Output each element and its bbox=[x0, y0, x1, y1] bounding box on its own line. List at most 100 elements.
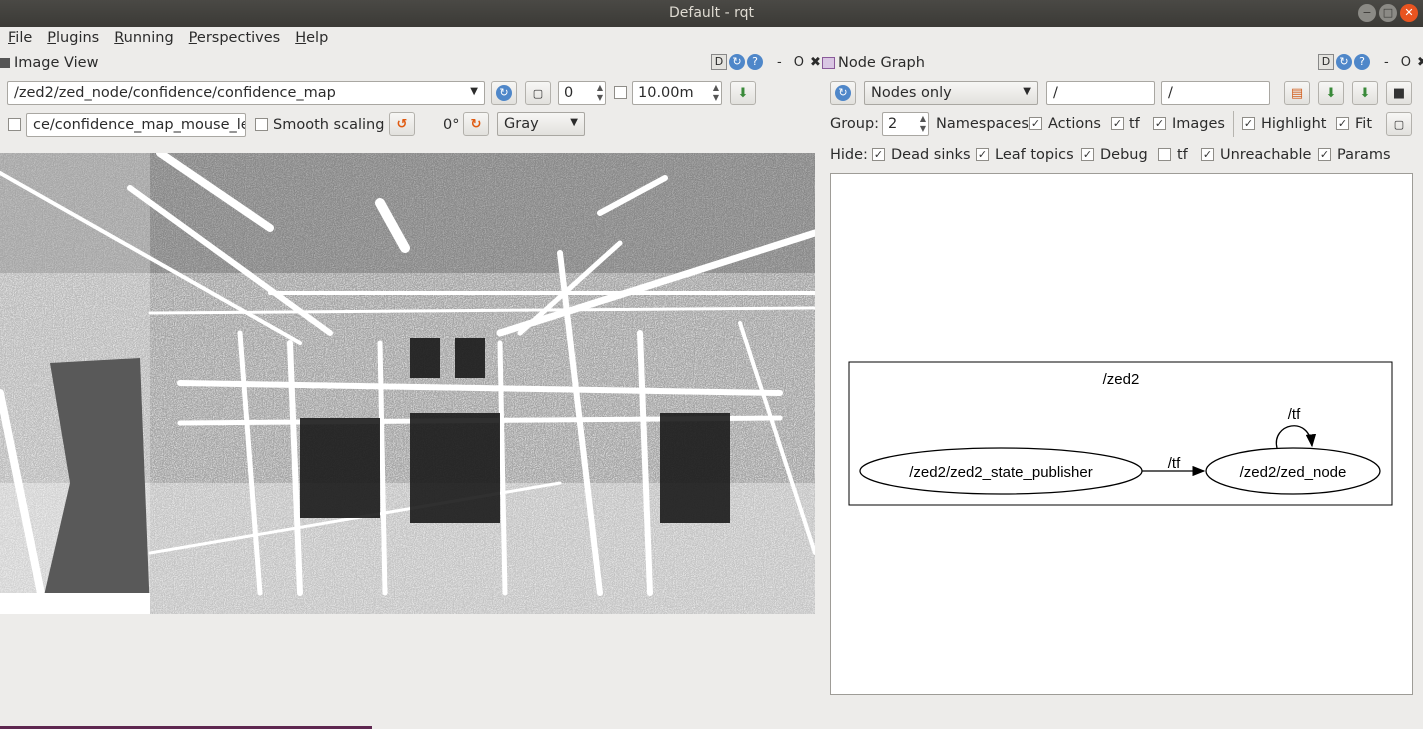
node-zed-node-label: /zed2/zed_node bbox=[1240, 464, 1347, 481]
refresh-graph-button[interactable]: ↻ bbox=[830, 81, 856, 105]
colormap-combo[interactable]: Gray ▼ bbox=[497, 112, 585, 136]
help-icon[interactable]: ? bbox=[747, 54, 763, 70]
dock-float-button[interactable]: O bbox=[794, 55, 804, 70]
node-graph-title: Node Graph bbox=[838, 55, 925, 71]
topic-combo[interactable]: /zed2/zed_node/confidence/confidence_map… bbox=[7, 81, 485, 105]
actions-checkbox[interactable]: ✓ bbox=[1029, 117, 1042, 130]
refresh-icon: ↻ bbox=[496, 85, 512, 101]
fit-checkbox[interactable]: ✓ bbox=[1336, 117, 1349, 130]
topic-combo-value: /zed2/zed_node/confidence/confidence_map bbox=[14, 85, 336, 101]
node-graph-svg: /zed2 /zed2/zed2_state_publisher /zed2/z… bbox=[848, 361, 1393, 506]
debug-label: Debug bbox=[1100, 147, 1148, 163]
menu-file[interactable]: File bbox=[0, 28, 39, 50]
images-label: Images bbox=[1172, 116, 1225, 132]
dock-float-button[interactable]: O bbox=[1401, 55, 1411, 70]
edge-tf-label: /tf bbox=[1168, 455, 1181, 472]
hide-label: Hide: bbox=[830, 147, 868, 163]
highlight-label: Highlight bbox=[1261, 116, 1327, 132]
menu-perspectives[interactable]: Perspectives bbox=[181, 28, 288, 50]
zoom-fit-button[interactable]: ▢ bbox=[525, 81, 551, 105]
refresh-topics-button[interactable]: ↻ bbox=[491, 81, 517, 105]
reload-icon[interactable]: ↻ bbox=[729, 54, 745, 70]
smooth-scaling-label: Smooth scaling bbox=[273, 117, 385, 133]
dock-d-button[interactable]: D bbox=[1318, 54, 1334, 70]
mouse-publish-checkbox[interactable] bbox=[8, 118, 21, 131]
highlight-checkbox[interactable]: ✓ bbox=[1242, 117, 1255, 130]
toolbar-separator bbox=[1233, 111, 1234, 137]
max-range-text: 10.00m bbox=[638, 85, 694, 101]
namespaces-label: Namespaces bbox=[936, 116, 1029, 132]
dock-d-button[interactable]: D bbox=[711, 54, 727, 70]
graph-mode-combo[interactable]: Nodes only ▼ bbox=[864, 81, 1038, 105]
window-title: Default - rqt bbox=[669, 5, 754, 21]
dock-minimize-button[interactable]: - bbox=[777, 55, 782, 70]
load-dot-button[interactable]: ▤ bbox=[1284, 81, 1310, 105]
tf-label: tf bbox=[1129, 116, 1140, 132]
leaf-topics-checkbox[interactable]: ✓ bbox=[976, 148, 989, 161]
rotate-left-icon: ↺ bbox=[396, 116, 408, 132]
min-value-text: 0 bbox=[564, 85, 574, 101]
min-value-spinbox[interactable]: 0 ▲ ▼ bbox=[558, 81, 606, 105]
fit-icon: ▢ bbox=[532, 86, 544, 100]
mouse-topic-field[interactable]: ce/confidence_map_mouse_left bbox=[26, 113, 246, 137]
node-graph-dock-controls: D ↻ ? - O ✖ bbox=[1318, 54, 1423, 70]
dock-close-button[interactable]: ✖ bbox=[810, 55, 821, 70]
debug-checkbox[interactable]: ✓ bbox=[1081, 148, 1094, 161]
topic-filter-text: / bbox=[1168, 85, 1173, 101]
group-label: Group: bbox=[830, 116, 880, 132]
dynamic-range-checkbox[interactable] bbox=[614, 86, 627, 99]
node-filter-input[interactable]: / bbox=[1046, 81, 1155, 105]
dead-sinks-label: Dead sinks bbox=[891, 147, 971, 163]
save-svg-button[interactable]: ⬇ bbox=[1352, 81, 1378, 105]
save-image-button[interactable]: ■ bbox=[1386, 81, 1412, 105]
save-dot-button[interactable]: ⬇ bbox=[1318, 81, 1344, 105]
dock-close-button[interactable]: ✖ bbox=[1417, 55, 1423, 70]
minimize-icon[interactable]: − bbox=[1358, 4, 1376, 22]
menu-help[interactable]: Help bbox=[287, 28, 335, 50]
save-icon: ⬇ bbox=[1359, 85, 1371, 101]
confidence-map-picture bbox=[0, 153, 815, 614]
menu-running[interactable]: Running bbox=[106, 28, 180, 50]
folder-icon: ▤ bbox=[1290, 85, 1304, 101]
dropdown-arrow-icon: ▼ bbox=[570, 117, 578, 128]
fit-in-view-button[interactable]: ▢ bbox=[1386, 112, 1412, 136]
close-icon[interactable]: ✕ bbox=[1400, 4, 1418, 22]
hide-tf-checkbox[interactable] bbox=[1158, 148, 1171, 161]
dropdown-arrow-icon: ▼ bbox=[1023, 86, 1031, 97]
help-icon[interactable]: ? bbox=[1354, 54, 1370, 70]
topic-filter-input[interactable]: / bbox=[1161, 81, 1270, 105]
spin-arrows-icon: ▲ ▼ bbox=[712, 83, 719, 102]
node-graph-canvas[interactable]: /zed2 /zed2/zed2_state_publisher /zed2/z… bbox=[830, 173, 1413, 695]
window-titlebar: Default - rqt − □ ✕ bbox=[0, 0, 1423, 27]
group-spinbox[interactable]: 2 ▲ ▼ bbox=[882, 112, 929, 136]
save-image-button[interactable]: ⬇ bbox=[730, 81, 756, 105]
hide-tf-label: tf bbox=[1177, 147, 1188, 163]
mouse-topic-text: ce/confidence_map_mouse_left bbox=[33, 117, 246, 133]
rotate-right-button[interactable]: ↻ bbox=[463, 112, 489, 136]
actions-label: Actions bbox=[1048, 116, 1101, 132]
node-filter-text: / bbox=[1053, 85, 1058, 101]
images-checkbox[interactable]: ✓ bbox=[1153, 117, 1166, 130]
node-state-publisher-label: /zed2/zed2_state_publisher bbox=[909, 464, 1092, 481]
menu-plugins[interactable]: Plugins bbox=[39, 28, 106, 50]
fit-icon: ▢ bbox=[1393, 117, 1405, 131]
tf-checkbox[interactable]: ✓ bbox=[1111, 117, 1124, 130]
unreachable-checkbox[interactable]: ✓ bbox=[1201, 148, 1214, 161]
spin-arrows-icon: ▲ ▼ bbox=[919, 114, 926, 133]
dead-sinks-checkbox[interactable]: ✓ bbox=[872, 148, 885, 161]
save-icon: ⬇ bbox=[1325, 85, 1337, 101]
spin-arrows-icon: ▲ ▼ bbox=[596, 83, 603, 102]
rotation-label: 0° bbox=[443, 117, 460, 133]
maximize-icon[interactable]: □ bbox=[1379, 4, 1397, 22]
reload-icon[interactable]: ↻ bbox=[1336, 54, 1352, 70]
image-view-title: Image View bbox=[14, 55, 99, 71]
cluster-label: /zed2 bbox=[1103, 371, 1140, 388]
dropdown-arrow-icon: ▼ bbox=[470, 86, 478, 97]
save-icon: ⬇ bbox=[737, 85, 749, 101]
dock-minimize-button[interactable]: - bbox=[1384, 55, 1389, 70]
params-checkbox[interactable]: ✓ bbox=[1318, 148, 1331, 161]
rotate-left-button[interactable]: ↺ bbox=[389, 112, 415, 136]
max-range-spinbox[interactable]: 10.00m ▲ ▼ bbox=[632, 81, 722, 105]
smooth-scaling-checkbox[interactable] bbox=[255, 118, 268, 131]
confidence-map-image[interactable] bbox=[0, 153, 815, 614]
